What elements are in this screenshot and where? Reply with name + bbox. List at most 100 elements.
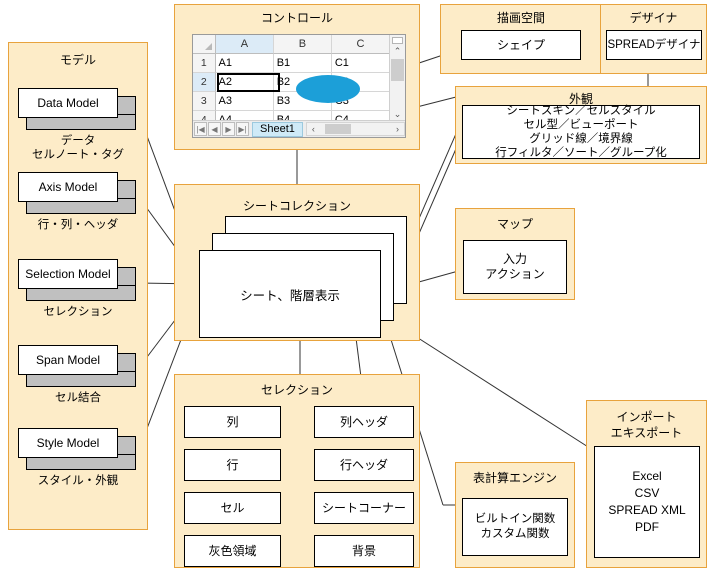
selection-item-sheet-corner[interactable]: シートコーナー (314, 492, 414, 524)
horizontal-scrollbar[interactable]: ‹ › (305, 122, 405, 136)
model-block-style-model[interactable]: Style Model (18, 428, 136, 470)
cell-a3[interactable]: A3 (215, 92, 274, 111)
calc-line-1: ビルトイン関数 (474, 513, 556, 525)
appearance-line-4: 行フィルタ／ソート／グループ化 (495, 147, 667, 159)
sheet-stack[interactable]: シート、階層表示 (199, 216, 407, 338)
io-format-spread-xml: SPREAD XML (608, 503, 686, 517)
map-input-action-box[interactable]: 入力 アクション (463, 240, 567, 294)
selection-item-column[interactable]: 列 (184, 406, 281, 438)
table-row: 2 A2 B2 C2 (193, 73, 390, 92)
nav-next-button[interactable]: ▶ (222, 122, 235, 136)
appearance-line-1: シートスキン／セルスタイル (506, 105, 656, 117)
row-header-1[interactable]: 1 (193, 54, 216, 73)
blue-ellipse-shape[interactable] (296, 75, 360, 103)
model-label: Axis Model (38, 180, 98, 194)
sheet-collection-label: シート、階層表示 (240, 288, 340, 303)
import-export-formats-box[interactable]: Excel CSV SPREAD XML PDF (594, 446, 700, 558)
selection-label: 列ヘッダ (339, 414, 388, 429)
selection-label: 行ヘッダ (339, 457, 388, 472)
selection-panel-title: セレクション (260, 383, 333, 397)
model-label: Data Model (37, 96, 99, 110)
selection-item-row-header[interactable]: 行ヘッダ (314, 449, 414, 481)
map-panel-title: マップ (496, 217, 533, 231)
appearance-line-3: グリッド線／境界線 (529, 133, 633, 145)
model-caption-selection-model: セレクション (43, 306, 113, 318)
sheet-tab-bar: |◀ ◀ ▶ ▶| Sheet1 ‹ › (193, 120, 405, 137)
table-row: 3 A3 B3 C3 (193, 92, 390, 111)
selection-label: 灰色領域 (208, 543, 257, 558)
model-label: Span Model (35, 353, 101, 367)
sheet-tab-sheet1[interactable]: Sheet1 (252, 121, 303, 137)
appearance-box[interactable]: シートスキン／セルスタイル セル型／ビューポート グリッド線／境界線 行フィルタ… (462, 105, 700, 159)
io-format-pdf: PDF (635, 520, 659, 534)
nav-prev-button[interactable]: ◀ (208, 122, 221, 136)
sheetcollection-panel-title: シートコレクション (242, 199, 351, 213)
model-block-span-model[interactable]: Span Model (18, 345, 136, 387)
selection-item-column-header[interactable]: 列ヘッダ (314, 406, 414, 438)
selection-item-gray-area[interactable]: 灰色領域 (184, 535, 281, 567)
block-front-face: Style Model (18, 428, 118, 458)
nav-first-button[interactable]: |◀ (194, 122, 207, 136)
horizontal-scroll-thumb[interactable] (324, 124, 351, 134)
model-block-axis-model[interactable]: Axis Model (18, 172, 136, 214)
scroll-left-arrow[interactable]: ‹ (307, 124, 320, 134)
vertical-scroll-thumb[interactable] (391, 59, 404, 81)
shape-label: シェイプ (496, 37, 545, 52)
selection-item-cell[interactable]: セル (184, 492, 281, 524)
appearance-line-2: セル型／ビューポート (523, 119, 639, 131)
model-block-data-model[interactable]: Data Model (18, 88, 136, 130)
selection-item-background[interactable]: 背景 (314, 535, 414, 567)
spreadsheet-control[interactable]: A B C 1 A1 B1 C1 2 A2 B2 C2 3 A3 B3 C3 (192, 34, 406, 138)
cell-b1[interactable]: B1 (273, 54, 332, 73)
scrollbar-cap (392, 37, 403, 44)
selection-label: シートコーナー (321, 500, 406, 515)
calc-functions-box[interactable]: ビルトイン関数 カスタム関数 (462, 498, 568, 556)
wire-io (389, 319, 597, 453)
nav-last-button[interactable]: ▶| (236, 122, 249, 136)
cell-a1[interactable]: A1 (215, 54, 274, 73)
model-label: Selection Model (25, 267, 111, 281)
selection-label: 背景 (351, 543, 376, 558)
map-line-2: アクション (485, 267, 545, 281)
column-header-a[interactable]: A (215, 35, 274, 54)
drawing-panel-title: 描画空間 (496, 11, 545, 25)
spread-designer-box[interactable]: SPREADデザイナ (606, 30, 702, 60)
model-panel-title: モデル (59, 53, 96, 67)
row-header-3[interactable]: 3 (193, 92, 216, 111)
model-caption-data-model: データ セルノート・タグ (32, 135, 124, 161)
model-block-selection-model[interactable]: Selection Model (18, 259, 136, 301)
cell-c1[interactable]: C1 (331, 54, 390, 73)
cell-a2[interactable]: A2 (215, 73, 274, 92)
scroll-up-arrow[interactable]: ⌃ (390, 44, 405, 58)
diagram-root: モデル Data Model データ セルノート・タグ Axis Model 行… (0, 0, 711, 572)
row-header-2[interactable]: 2 (193, 73, 216, 92)
selection-label: 列 (226, 414, 239, 429)
scroll-down-arrow[interactable]: ⌄ (390, 107, 405, 121)
vertical-scrollbar[interactable]: ⌃ ⌄ (389, 35, 405, 121)
calc-line-2: カスタム関数 (480, 528, 550, 540)
io-format-csv: CSV (634, 486, 660, 500)
selection-item-row[interactable]: 行 (184, 449, 281, 481)
map-line-1: 入力 (502, 252, 527, 266)
designer-panel-title: デザイナ (629, 11, 678, 25)
selection-label: セル (220, 500, 245, 515)
spread-designer-label: SPREADデザイナ (607, 38, 701, 51)
column-header-c[interactable]: C (331, 35, 391, 54)
column-header-row: A B C (193, 35, 391, 54)
table-row: 1 A1 B1 C1 (193, 54, 390, 73)
calc-engine-panel-title: 表計算エンジン (472, 471, 557, 485)
shape-box[interactable]: シェイプ (461, 30, 581, 60)
block-front-face: Span Model (18, 345, 118, 375)
io-format-excel: Excel (632, 469, 662, 483)
spreadsheet-grid: A B C 1 A1 B1 C1 2 A2 B2 C2 3 A3 B3 C3 (193, 35, 391, 130)
selection-label: 行 (226, 457, 239, 472)
import-export-panel-title: インポート エキスポート (610, 410, 683, 440)
model-label: Style Model (36, 436, 100, 450)
block-front-face: Axis Model (18, 172, 118, 202)
model-caption-style-model: スタイル・外観 (37, 475, 119, 487)
sheet-corner-icon[interactable] (193, 35, 216, 54)
model-caption-axis-model: 行・列・ヘッダ (37, 219, 119, 231)
column-header-b[interactable]: B (273, 35, 332, 54)
sheet-layer-front[interactable]: シート、階層表示 (199, 250, 381, 338)
scroll-right-arrow[interactable]: › (391, 124, 404, 134)
